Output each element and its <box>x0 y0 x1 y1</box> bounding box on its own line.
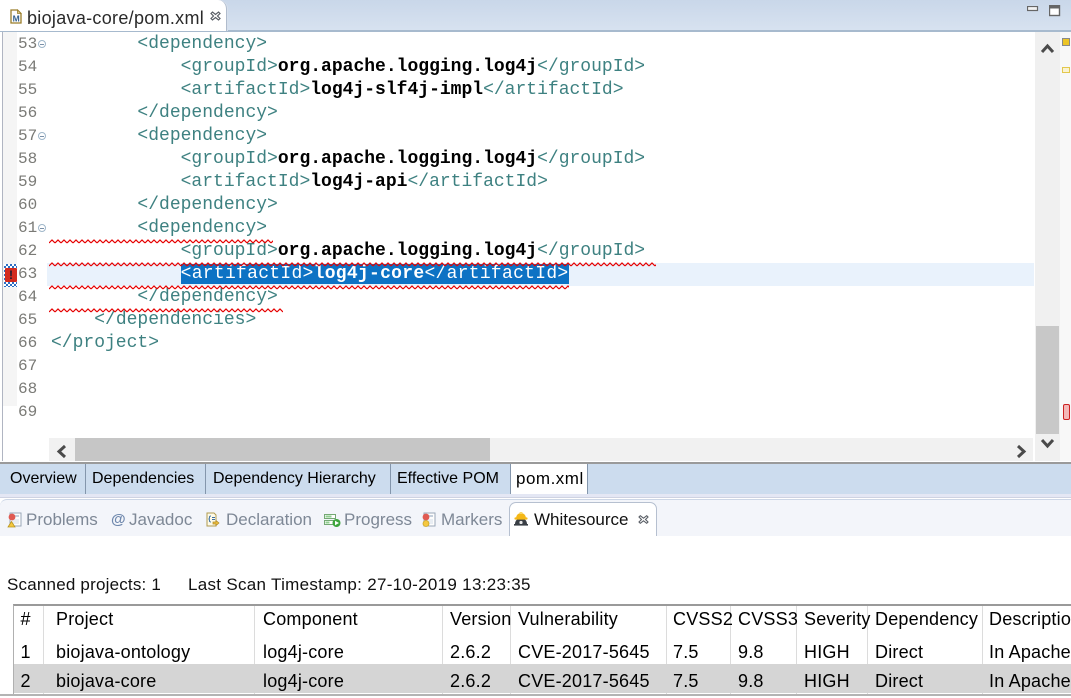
svg-text:M: M <box>13 14 20 24</box>
